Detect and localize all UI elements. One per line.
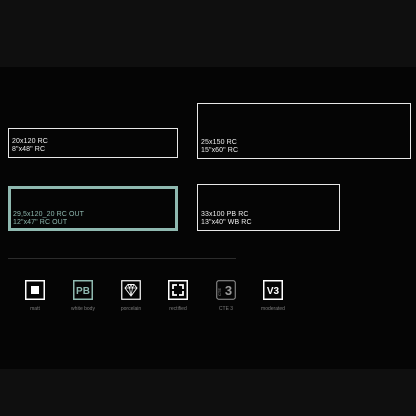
feature-rectified: rectified: [156, 280, 200, 312]
feature-caption: rectified: [169, 306, 187, 312]
porcelain-diamond-icon: [121, 280, 141, 300]
feature-moderated: V3 moderated: [251, 280, 295, 312]
pb-badge-icon: PB: [73, 280, 93, 300]
section-divider: [8, 258, 236, 259]
format-tile-25x150[interactable]: 25x150 RC 15"x60" RC: [197, 103, 411, 159]
format-imperial: 13"x40" WB RC: [201, 219, 252, 226]
feature-matt: matt: [13, 280, 57, 312]
feature-caption: white body: [71, 306, 95, 312]
format-imperial: 15"x60" RC: [201, 147, 239, 154]
format-metric: 29,5x120_20 RC OUT: [13, 211, 85, 218]
matt-square-icon: [25, 280, 45, 300]
format-metric: 20x120 RC: [12, 138, 48, 145]
format-label: 25x150 RC 15"x60" RC: [201, 139, 238, 155]
format-imperial: 12"x47" RC OUT: [13, 219, 68, 226]
v3-badge-icon: V3: [263, 280, 283, 300]
format-metric: 25x150 RC: [201, 139, 237, 146]
feature-white-body: PB white body: [61, 280, 105, 312]
format-imperial: 8"x48" RC: [12, 146, 46, 153]
cte-number: 3: [225, 283, 232, 298]
feature-porcelain: porcelain: [109, 280, 153, 312]
format-tile-29-5x120-selected[interactable]: 29,5x120_20 RC OUT 12"x47" RC OUT: [8, 186, 178, 231]
rectified-corners-icon: [168, 280, 188, 300]
v3-text: V3: [267, 286, 280, 297]
format-label: 20x120 RC 8"x48" RC: [12, 138, 48, 154]
feature-caption: moderated: [261, 306, 285, 312]
format-label: 29,5x120_20 RC OUT 12"x47" RC OUT: [13, 211, 84, 227]
cte-text: CTE: [217, 288, 222, 296]
feature-caption: porcelain: [120, 306, 142, 312]
feature-caption: CTE 3: [218, 306, 234, 312]
feature-cte3: CTE 3 CTE 3: [204, 280, 248, 312]
cte3-icon: CTE 3: [216, 280, 236, 300]
format-tile-33x100[interactable]: 33x100 PB RC 13"x40" WB RC: [197, 184, 340, 231]
format-tile-20x120[interactable]: 20x120 RC 8"x48" RC: [8, 128, 178, 158]
pb-badge-text: PB: [76, 286, 90, 297]
format-metric: 33x100 PB RC: [201, 211, 249, 218]
feature-caption: matt: [30, 306, 40, 312]
format-label: 33x100 PB RC 13"x40" WB RC: [201, 211, 252, 227]
